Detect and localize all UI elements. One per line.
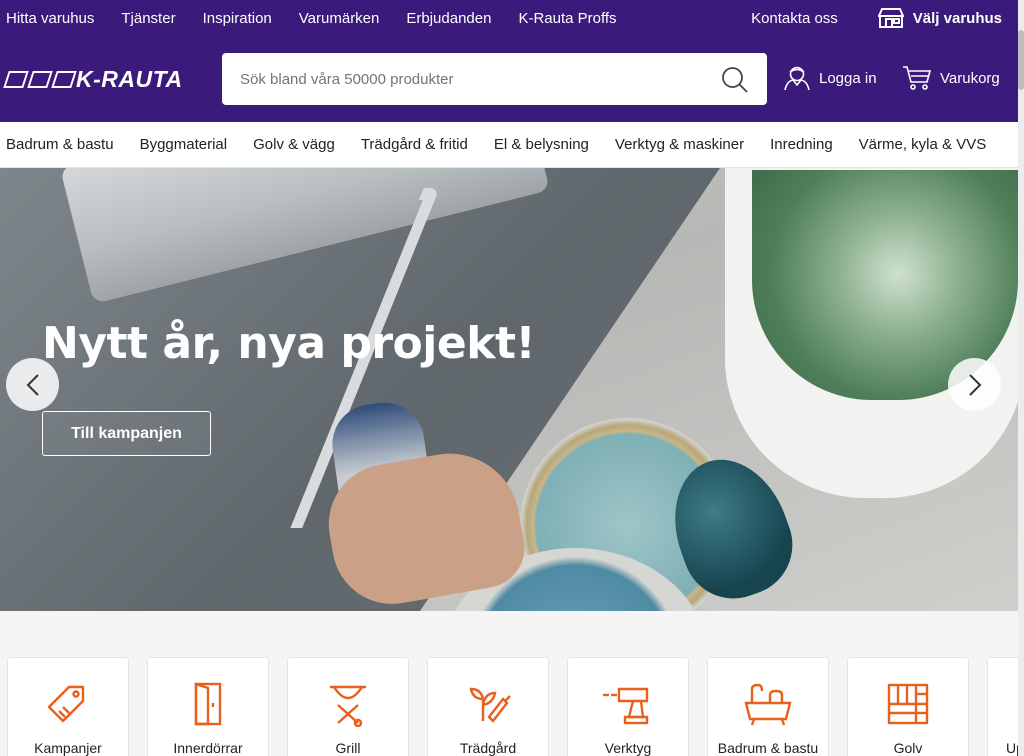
category-verktyg-maskiner[interactable]: Verktyg & maskiner <box>615 136 744 153</box>
hero-title: Nytt år, nya projekt! <box>42 318 536 369</box>
grill-icon <box>330 685 366 727</box>
category-el-belysning[interactable]: El & belysning <box>494 136 589 153</box>
category-golv-vagg[interactable]: Golv & vägg <box>253 136 335 153</box>
search-input[interactable] <box>222 70 692 88</box>
tile-tradgard[interactable]: Trädgård <box>427 657 549 756</box>
category-byggmaterial[interactable]: Byggmaterial <box>140 136 228 153</box>
search-icon[interactable] <box>721 66 749 94</box>
garden-icon <box>469 687 511 723</box>
link-hitta-varuhus[interactable]: Hitta varuhus <box>6 10 94 27</box>
tile-badrum-bastu[interactable]: Badrum & bastu <box>707 657 829 756</box>
utility-right: Kontakta oss Välj varuhus <box>751 8 1018 28</box>
tile-label: Innerdörrar <box>173 740 243 756</box>
tile-verktyg[interactable]: Verktyg <box>567 657 689 756</box>
carousel-next-button[interactable] <box>948 358 1001 411</box>
tile-grill[interactable]: Grill <box>287 657 409 756</box>
cart-icon <box>903 66 932 90</box>
page-scrollbar[interactable] <box>1018 0 1024 756</box>
tile-golv[interactable]: Golv <box>847 657 969 756</box>
scrollbar-thumb[interactable] <box>1018 30 1024 90</box>
logo-mark <box>3 70 77 88</box>
category-nav: Badrum & bastu Byggmaterial Golv & vägg … <box>0 122 1018 168</box>
page: Hitta varuhus Tjänster Inspiration Varum… <box>0 0 1024 756</box>
category-tradgard-fritid[interactable]: Trädgård & fritid <box>361 136 468 153</box>
category-tiles: Kampanjer Innerdörrar Grill Trädgård Ver… <box>0 611 1024 756</box>
tile-label: Verktyg <box>604 740 652 756</box>
tile-kampanjer[interactable]: Kampanjer <box>7 657 129 756</box>
chevron-right-icon <box>968 373 981 396</box>
choose-store-label: Välj varuhus <box>912 9 1002 27</box>
cart-label: Varukorg <box>940 69 1000 87</box>
tile-label: Trädgård <box>459 740 517 756</box>
carousel-prev-button[interactable] <box>6 358 59 411</box>
tile-label: Badrum & bastu <box>717 740 819 756</box>
drill-icon <box>603 687 649 725</box>
link-tjanster[interactable]: Tjänster <box>121 10 175 27</box>
login-label: Logga in <box>819 69 877 87</box>
hero-banner[interactable]: Nytt år, nya projekt! Till kampanjen <box>0 168 1018 611</box>
tile-label: Kampanjer <box>34 740 102 756</box>
main-header: K-RAUTA Logga in Varukorg <box>0 36 1018 122</box>
category-inredning[interactable]: Inredning <box>770 136 833 153</box>
top-utility-bar: Hitta varuhus Tjänster Inspiration Varum… <box>0 0 1018 36</box>
bathtub-icon <box>744 683 792 726</box>
tile-innerdorrar[interactable]: Innerdörrar <box>147 657 269 756</box>
login-button[interactable]: Logga in <box>783 65 877 91</box>
tag-icon <box>47 685 85 723</box>
k-rauta-logo[interactable]: K-RAUTA <box>3 65 183 93</box>
search-box <box>222 53 767 105</box>
store-icon <box>877 8 904 28</box>
door-icon <box>194 682 222 726</box>
more-icon <box>1006 682 1016 726</box>
link-inspiration[interactable]: Inspiration <box>203 10 272 27</box>
contact-link[interactable]: Kontakta oss <box>751 10 838 27</box>
link-erbjudanden[interactable]: Erbjudanden <box>406 10 491 27</box>
choose-store-button[interactable]: Välj varuhus <box>877 8 1002 28</box>
link-k-rauta-proffs[interactable]: K-Rauta Proffs <box>518 10 616 27</box>
floor-icon <box>887 683 929 725</box>
user-icon <box>784 66 810 91</box>
link-varumarken[interactable]: Varumärken <box>299 10 380 27</box>
utility-links: Hitta varuhus Tjänster Inspiration Varum… <box>0 10 644 27</box>
category-varme-kyla-vvs[interactable]: Värme, kyla & VVS <box>859 136 987 153</box>
logo-text: K-RAUTA <box>76 65 183 92</box>
chevron-left-icon <box>26 373 39 396</box>
tile-label: Grill <box>335 740 361 756</box>
category-badrum-bastu[interactable]: Badrum & bastu <box>6 136 114 153</box>
cart-button[interactable]: Varukorg <box>902 65 1000 91</box>
hero-cta-button[interactable]: Till kampanjen <box>42 411 211 456</box>
tile-label: Golv <box>893 740 923 756</box>
